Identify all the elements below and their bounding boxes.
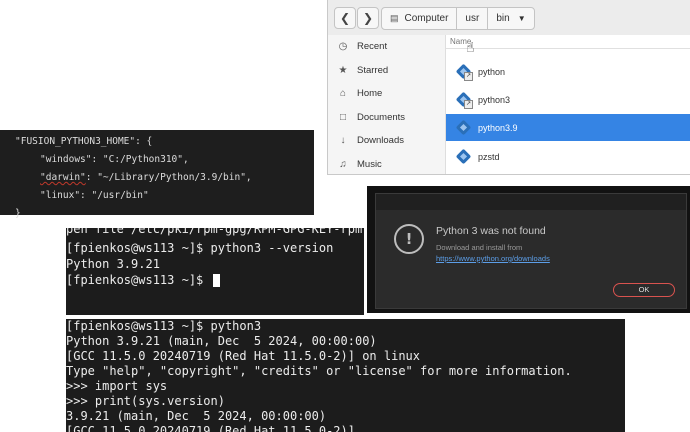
terminal-line: [GCC 11.5.0 20240719 (Red Hat 11.5.0-2)]… [66, 349, 421, 363]
sidebar-item-label: Recent [357, 41, 388, 53]
sidebar-item-downloads[interactable]: ↓ Downloads [328, 129, 445, 153]
dialog-titlebar [376, 194, 686, 210]
terminal-line: [fpienkos@ws113 ~]$ python3 --version [66, 241, 334, 255]
text-cursor [212, 274, 220, 287]
file-name: python3 [478, 94, 511, 105]
file-manager-header: ❮ ❯ ▤ Computer usr bin ▼ [328, 0, 690, 36]
clock-icon: ◷ [338, 41, 348, 53]
terminal-prompt-line: [fpienkos@ws113 ~]$ [66, 273, 220, 287]
json-line: } [15, 208, 21, 219]
warning-icon: ! [394, 224, 424, 254]
back-button[interactable]: ❮ [334, 7, 356, 29]
dropdown-arrow-icon[interactable]: ▼ [518, 8, 526, 29]
json-value: : "/usr/bin" [80, 190, 149, 201]
terminal-line: [GCC 11.5.0 20240719 (Red Hat 11.5.0-2)] [66, 424, 355, 432]
sidebar: ◷ Recent ★ Starred ⌂ Home □ Documents ↓ … [328, 35, 446, 174]
file-list: Name ↗ python ↗ python3 python3.9 pzstd [446, 35, 690, 174]
dialog-title: Python 3 was not found [436, 225, 546, 237]
sidebar-item-home[interactable]: ⌂ Home [328, 82, 445, 106]
sidebar-item-starred[interactable]: ★ Starred [328, 59, 445, 83]
file-manager-window: ❮ ❯ ▤ Computer usr bin ▼ ◷ Recent ★ Star… [327, 0, 690, 175]
path-crumb-computer[interactable]: ▤ Computer [382, 8, 458, 29]
sidebar-item-label: Downloads [357, 135, 404, 147]
terminal-line: 3.9.21 (main, Dec 5 2024, 00:00:00) [66, 409, 327, 423]
sidebar-item-recent[interactable]: ◷ Recent [328, 35, 445, 59]
terminal-line: Type "help", "copyright", "credits" or "… [66, 364, 572, 378]
json-line: "windows": "C:/Python310", [40, 154, 189, 165]
terminal-line: Python 3.9.21 (main, Dec 5 2024, 00:00:0… [66, 334, 377, 348]
document-icon: □ [339, 111, 347, 123]
json-key: "linux" [40, 190, 81, 201]
json-value: : "C:/Python310", [91, 154, 189, 165]
terminal-line: >>> print(sys.version) [66, 394, 225, 408]
sidebar-item-label: Music [357, 158, 382, 170]
json-line: "darwin": "~/Library/Python/3.9/bin", [40, 172, 252, 183]
terminal-line: pen file /etc/pki/rpm-gpg/RPM-GPG-KEY-rp… [66, 228, 363, 236]
json-line: "linux": "/usr/bin" [40, 190, 149, 201]
drive-icon: ▤ [390, 13, 399, 23]
file-name: pzstd [478, 151, 500, 162]
terminal-line: [fpienkos@ws113 ~]$ python3 [66, 319, 262, 333]
executable-link-icon: ↗ [455, 91, 473, 109]
music-icon: ♫ [339, 158, 347, 170]
sidebar-item-music[interactable]: ♫ Music [328, 153, 445, 175]
config-json-snippet: "FUSION_PYTHON3_HOME": { "windows": "C:/… [0, 130, 314, 219]
terminal-line: >>> import sys [66, 379, 168, 393]
json-key: "windows" [40, 154, 92, 165]
terminal-window-1[interactable]: pen file /etc/pki/rpm-gpg/RPM-GPG-KEY-rp… [66, 228, 364, 315]
file-name: python [478, 66, 506, 77]
path-crumb-label: bin [496, 13, 510, 24]
path-crumb-label: usr [465, 13, 480, 24]
executable-icon [455, 148, 472, 165]
executable-link-icon: ↗ [455, 63, 473, 81]
sidebar-item-documents[interactable]: □ Documents [328, 106, 445, 130]
json-line: "FUSION_PYTHON3_HOME": { [15, 136, 153, 147]
file-row-python[interactable]: ↗ python [446, 58, 690, 85]
ok-button[interactable]: OK [613, 283, 675, 297]
file-row-python3[interactable]: ↗ python3 [446, 86, 690, 113]
executable-icon [455, 119, 472, 136]
file-row-python3-9[interactable]: python3.9 [446, 114, 690, 141]
path-bar: ▤ Computer usr bin ▼ [381, 7, 535, 30]
star-icon: ★ [338, 64, 348, 76]
column-header-name[interactable]: Name [446, 35, 690, 49]
sidebar-item-label: Home [357, 88, 383, 100]
file-name: python3.9 [478, 122, 518, 133]
path-crumb-bin[interactable]: bin ▼ [488, 8, 533, 29]
path-crumb-usr[interactable]: usr [457, 8, 489, 29]
json-key: "darwin" [40, 172, 86, 183]
terminal-window-2[interactable]: [fpienkos@ws113 ~]$ python3 Python 3.9.2… [66, 319, 625, 432]
home-icon: ⌂ [339, 88, 347, 100]
download-icon: ↓ [340, 135, 346, 147]
dialog-message: Download and install from [436, 243, 523, 252]
forward-button[interactable]: ❯ [357, 7, 379, 29]
path-crumb-label: Computer [404, 13, 449, 24]
terminal-line: Python 3.9.21 [66, 257, 160, 271]
mouse-pointer-icon: ☝ [466, 40, 475, 56]
download-link[interactable]: https://www.python.org/downloads [436, 254, 550, 263]
json-value: : "~/Library/Python/3.9/bin", [85, 172, 252, 183]
sidebar-item-label: Documents [357, 111, 406, 123]
terminal-prompt: [fpienkos@ws113 ~]$ [66, 273, 211, 287]
python-not-found-dialog: ! Python 3 was not found Download and in… [375, 193, 687, 309]
file-row-pzstd[interactable]: pzstd [446, 143, 690, 170]
sidebar-item-label: Starred [357, 64, 389, 76]
